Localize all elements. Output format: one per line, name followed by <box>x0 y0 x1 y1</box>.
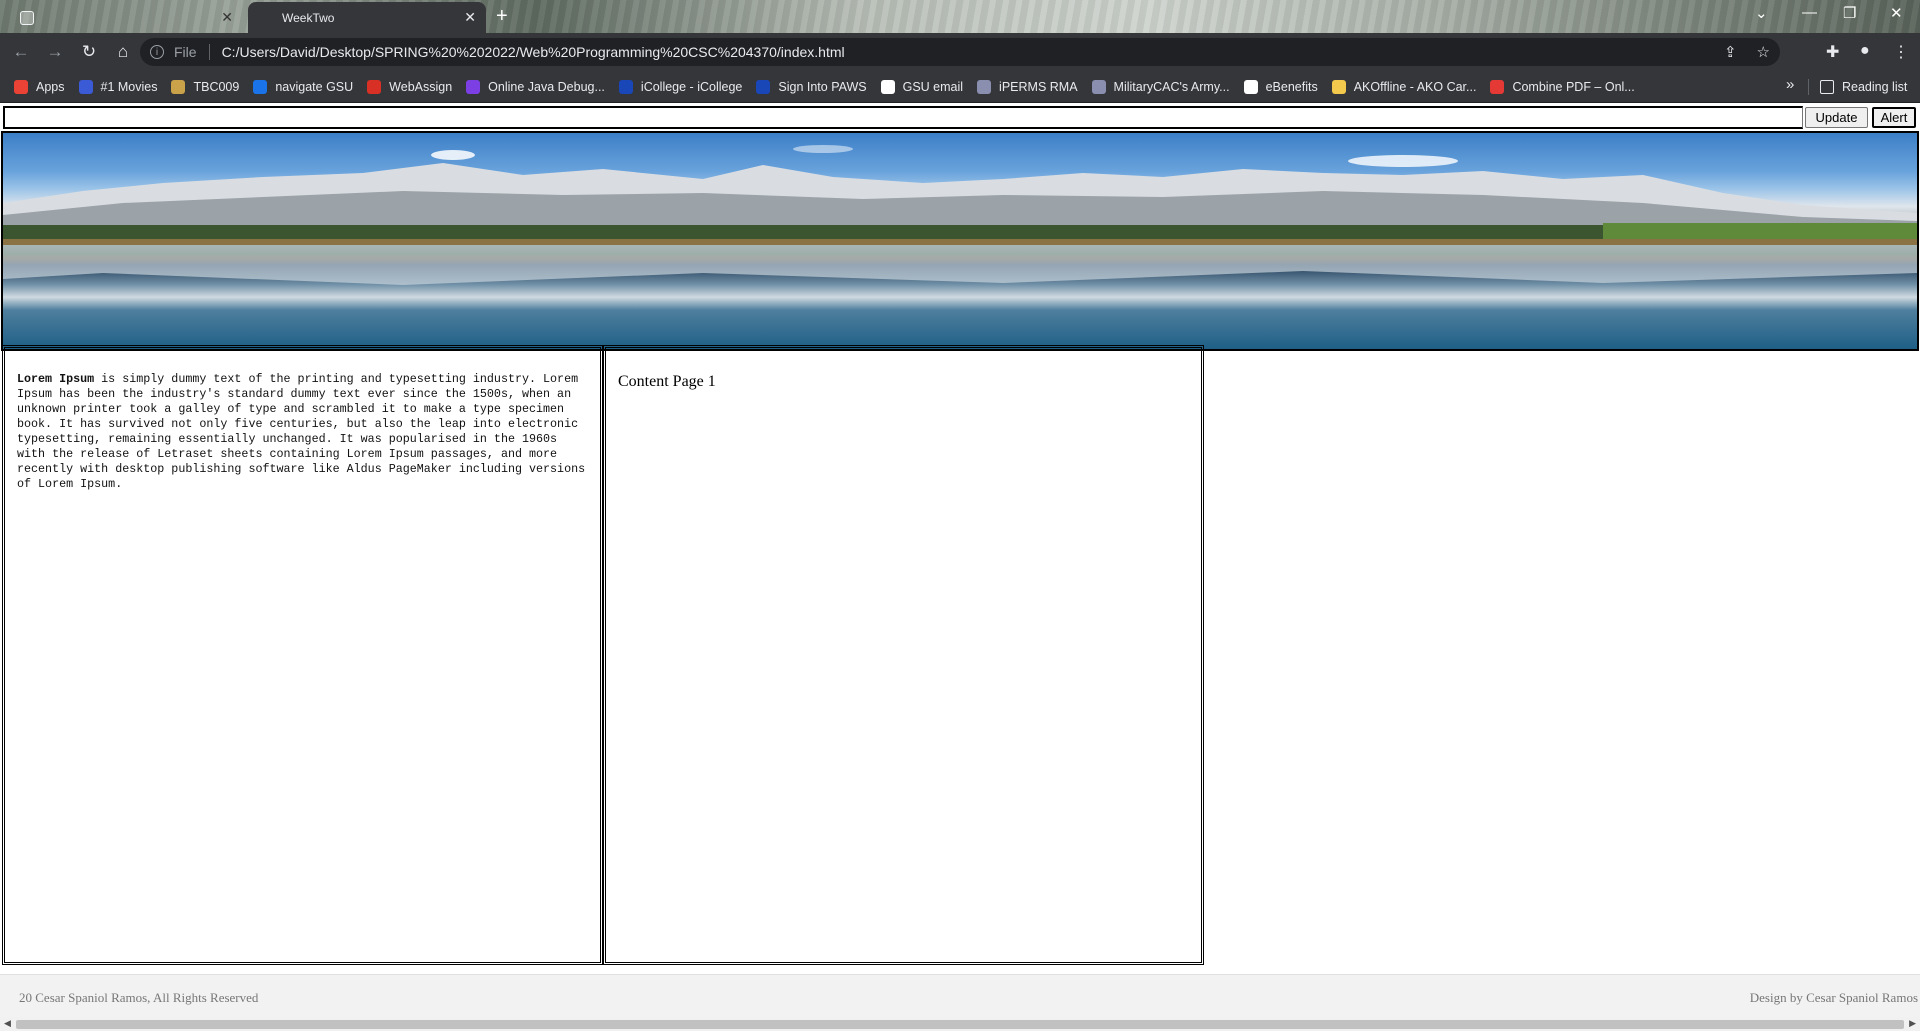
bookmark-label: eBenefits <box>1265 79 1318 94</box>
bookmark-item[interactable]: #1 Movies <box>78 79 158 94</box>
ebenefits-icon <box>1243 79 1258 94</box>
reading-list-icon <box>1820 80 1834 94</box>
top-bar: Update Alert <box>3 106 1917 130</box>
bookmark-item[interactable]: AKOffline - AKO Car... <box>1331 79 1477 94</box>
bookmark-item[interactable]: WebAssign <box>367 79 453 94</box>
lorem-paragraph: Lorem Ipsum is simply dummy text of the … <box>17 372 588 492</box>
bookmark-label: navigate GSU <box>275 79 354 94</box>
webassign-icon <box>367 79 382 94</box>
omnibox-actions: ⇪ ☆ <box>1724 43 1770 61</box>
movies-icon <box>78 79 93 94</box>
tbc-icon <box>171 79 186 94</box>
akoffline-icon <box>1331 79 1346 94</box>
pdf-icon <box>1490 79 1505 94</box>
bookmark-label: AKOffline - AKO Car... <box>1353 79 1477 94</box>
bookmark-item[interactable]: MilitaryCAC's Army... <box>1091 79 1230 94</box>
horizontal-scrollbar[interactable]: ◀ ▶ <box>0 1017 1920 1031</box>
tab-inactive[interactable]: ✕ <box>0 2 245 33</box>
bookmark-item[interactable]: iPERMS RMA <box>977 79 1078 94</box>
java-debug-icon <box>466 79 481 94</box>
close-icon[interactable]: ✕ <box>221 9 233 26</box>
search-input[interactable] <box>3 106 1803 129</box>
url-text[interactable]: C:/Users/David/Desktop/SPRING%20%202022/… <box>222 44 845 60</box>
content-panel: Content Page 1 <box>603 345 1204 965</box>
banner-image <box>1 131 1919 351</box>
menu-icon[interactable]: ⋮ <box>1893 42 1909 62</box>
bookmark-label: WebAssign <box>389 79 453 94</box>
divider <box>208 44 210 60</box>
bookmark-label: GSU email <box>902 79 964 94</box>
reading-list-label: Reading list <box>1842 80 1908 94</box>
page-footer: 20 Cesar Spaniol Ramos, All Rights Reser… <box>0 974 1920 1020</box>
back-icon[interactable]: ← <box>8 42 34 62</box>
footer-copyright: 20 Cesar Spaniol Ramos, All Rights Reser… <box>19 990 259 1005</box>
tab-title: WeekTwo <box>282 10 335 25</box>
bookmark-label: iPERMS RMA <box>999 79 1078 94</box>
content-title: Content Page 1 <box>618 373 716 390</box>
alert-button[interactable]: Alert <box>1872 107 1916 128</box>
apps-grid-icon <box>14 79 28 94</box>
browser-toolbar: ← → ↻ ⌂ i File C:/Users/David/Desktop/SP… <box>0 33 1920 71</box>
update-button[interactable]: Update <box>1805 107 1868 128</box>
minimize-icon[interactable]: — <box>1802 4 1817 21</box>
bookmark-star-icon[interactable]: ☆ <box>1757 43 1770 61</box>
divider <box>1808 79 1809 95</box>
extensions-icon[interactable]: ✚ <box>1826 42 1839 62</box>
reading-list-button[interactable]: Reading list <box>1820 71 1907 103</box>
share-icon[interactable]: ⇪ <box>1724 43 1737 61</box>
scroll-right-icon[interactable]: ▶ <box>1909 1018 1916 1029</box>
text-panel: Lorem Ipsum is simply dummy text of the … <box>2 345 603 965</box>
email-icon <box>880 79 895 94</box>
iperms-icon <box>977 79 992 94</box>
forward-icon[interactable]: → <box>42 42 68 62</box>
militarycac-icon <box>1091 79 1106 94</box>
restore-icon[interactable]: ❐ <box>1843 4 1856 22</box>
paws-icon <box>756 79 771 94</box>
page-favicon-icon <box>20 10 34 25</box>
tab-strip: ✕ WeekTwo ✕ + ⌄ — ❐ ✕ <box>0 0 1920 33</box>
bookmark-label: #1 Movies <box>100 79 158 94</box>
mountain-lake-image <box>3 145 1917 285</box>
window-close-icon[interactable]: ✕ <box>1890 4 1903 22</box>
bookmark-label: Sign Into PAWS <box>778 79 867 94</box>
bookmark-item[interactable]: iCollege - iCollege <box>618 79 743 94</box>
bookmark-label: Combine PDF – Onl... <box>1512 79 1635 94</box>
close-icon[interactable]: ✕ <box>464 9 476 26</box>
icollege-icon <box>618 79 633 94</box>
bookmark-label: MilitaryCAC's Army... <box>1113 79 1230 94</box>
bookmark-item[interactable]: Sign Into PAWS <box>756 79 867 94</box>
site-info-icon[interactable]: i <box>150 45 164 59</box>
tab-search-icon[interactable]: ⌄ <box>1755 4 1768 22</box>
reload-icon[interactable]: ↻ <box>76 42 102 62</box>
bookmark-item[interactable]: Online Java Debug... <box>466 79 605 94</box>
profile-avatar[interactable]: ● <box>1860 42 1870 60</box>
scroll-left-icon[interactable]: ◀ <box>4 1018 11 1029</box>
address-bar[interactable]: i File C:/Users/David/Desktop/SPRING%20%… <box>140 38 1780 66</box>
bookmark-label: TBC009 <box>193 79 240 94</box>
scrollbar-thumb[interactable] <box>16 1020 1904 1029</box>
bookmark-label: Online Java Debug... <box>488 79 605 94</box>
bookmark-label: Apps <box>36 79 65 94</box>
gsu-icon <box>253 79 268 94</box>
tab-active[interactable]: WeekTwo ✕ <box>248 2 486 33</box>
bookmark-item[interactable]: Apps <box>14 79 65 94</box>
bookmark-item[interactable]: Combine PDF – Onl... <box>1490 79 1635 94</box>
home-icon[interactable]: ⌂ <box>110 42 136 62</box>
page-viewport: Update Alert Lorem Ipsum is simply dummy… <box>0 104 1920 1031</box>
new-tab-button[interactable]: + <box>496 5 508 28</box>
bookmark-item[interactable]: TBC009 <box>171 79 240 94</box>
more-bookmarks-icon[interactable]: » <box>1786 76 1794 93</box>
lorem-heading: Lorem Ipsum <box>17 372 95 386</box>
bookmarks-bar: Apps #1 Movies TBC009 navigate GSU WebAssign… <box>0 71 1920 103</box>
lorem-body: is simply dummy text of the printing and… <box>17 372 586 491</box>
bookmark-label: iCollege - iCollege <box>640 79 743 94</box>
scheme-label: File <box>174 44 197 60</box>
footer-credit: Design by Cesar Spaniol Ramos <box>1749 990 1918 1005</box>
bookmark-item[interactable]: navigate GSU <box>253 79 354 94</box>
bookmark-item[interactable]: eBenefits <box>1243 79 1318 94</box>
bookmark-item[interactable]: GSU email <box>880 79 964 94</box>
